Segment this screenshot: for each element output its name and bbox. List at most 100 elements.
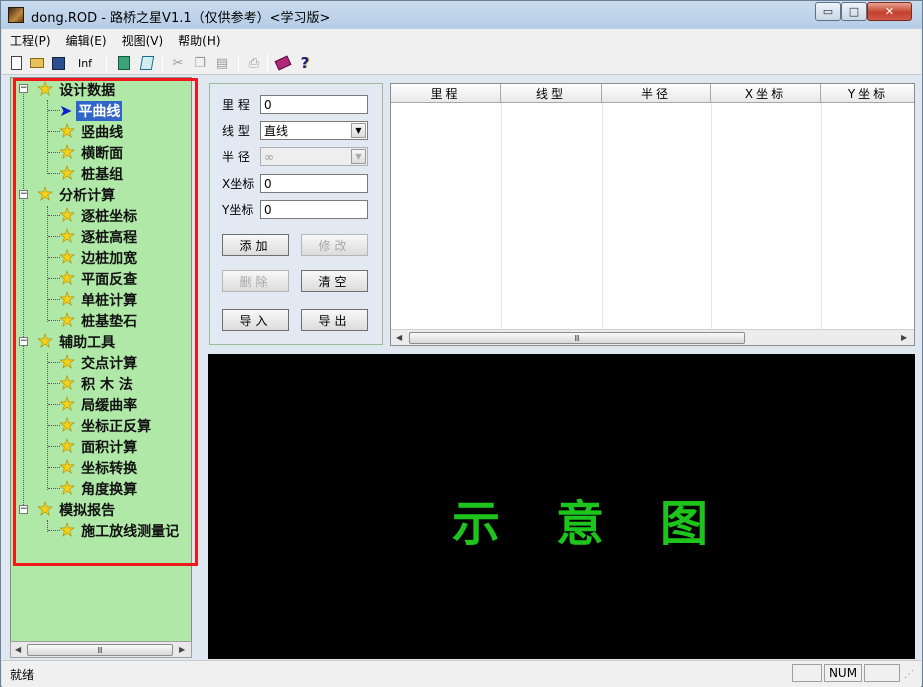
- status-text: 就绪: [10, 668, 35, 682]
- tree-item-stakeout-record[interactable]: ★ 施工放线测量记: [59, 520, 181, 541]
- menu-project[interactable]: 工程(P): [10, 32, 51, 49]
- tree-item-single-pile[interactable]: ★ 单桩计算: [59, 289, 139, 310]
- minimize-button[interactable]: ▭: [815, 2, 841, 21]
- tree-item-curvature[interactable]: ★ 局缓曲率: [59, 394, 139, 415]
- column-header-x[interactable]: X坐标: [711, 84, 821, 103]
- open-button[interactable]: [28, 54, 46, 72]
- x-coordinate-label: X坐标: [222, 177, 255, 191]
- modify-button[interactable]: 修改: [301, 234, 368, 256]
- tree-item-vertical-curve[interactable]: ★ 竖曲线: [59, 121, 125, 142]
- tree-item-pile-group[interactable]: ★ 桩基组: [59, 163, 125, 184]
- status-bar: 就绪 NUM ⋰: [2, 660, 921, 687]
- toolbar-separator: [106, 54, 107, 72]
- chevron-down-icon: ▼: [351, 149, 366, 164]
- status-cell-empty: [792, 664, 822, 682]
- tree-item-coordinate-convert[interactable]: ★ 坐标转换: [59, 457, 139, 478]
- menu-view[interactable]: 视图(V): [122, 32, 164, 49]
- resize-grip-icon[interactable]: ⋰: [904, 669, 914, 680]
- paste-button[interactable]: ▤: [213, 54, 231, 72]
- menu-edit[interactable]: 编辑(E): [66, 32, 107, 49]
- copy-icon: ❐: [194, 55, 206, 71]
- star-icon: ★: [59, 267, 76, 289]
- grid-header: 里程 线型 半径 X坐标 Y坐标: [391, 84, 914, 103]
- navigation-tree[interactable]: − ★ 设计数据 ➤ 平曲线 ★ 竖曲线 ★ 横断面 ★ 桩基组 − ★ 分析计算 ★ 逐桩坐…: [10, 77, 192, 658]
- x-coordinate-input[interactable]: 0: [260, 174, 368, 193]
- star-icon: ★: [59, 351, 76, 373]
- window-title: dong.ROD - 路桥之星V1.1（仅供参考）<学习版>: [31, 11, 331, 26]
- scroll-thumb[interactable]: Ⅲ: [409, 332, 745, 344]
- save-button[interactable]: [49, 54, 67, 72]
- info-button[interactable]: Inf: [73, 54, 97, 72]
- line-type-value: 直线: [264, 124, 289, 138]
- tree-group-design-data[interactable]: ★ 设计数据: [37, 79, 117, 100]
- tree-horizontal-scrollbar[interactable]: ◀ Ⅲ ▶: [10, 641, 192, 658]
- tree-item-side-widening[interactable]: ★ 边桩加宽: [59, 247, 139, 268]
- close-button[interactable]: ✕: [867, 2, 912, 21]
- star-icon: ★: [37, 498, 54, 520]
- delete-button[interactable]: 删除: [222, 270, 289, 292]
- column-header-radius[interactable]: 半径: [602, 84, 711, 103]
- new-file-button[interactable]: [7, 54, 25, 72]
- copy-button[interactable]: ❐: [191, 54, 209, 72]
- tree-collapse-toggle[interactable]: −: [19, 337, 28, 346]
- num-lock-indicator: NUM: [824, 664, 862, 682]
- status-cell-empty: [864, 664, 900, 682]
- star-icon: ★: [59, 519, 76, 541]
- chevron-down-icon[interactable]: ▼: [351, 123, 366, 138]
- tree-item-cross-section[interactable]: ★ 横断面: [59, 142, 125, 163]
- input-form: 里 程 0 线 型 直线 ▼ 半 径 ∞ ▼ X坐标 0 Y坐标 0 添加 修改…: [209, 83, 383, 345]
- tree-item-angle-convert[interactable]: ★ 角度换算: [59, 478, 139, 499]
- column-header-mileage[interactable]: 里程: [391, 84, 501, 103]
- tree-item-plane-inverse[interactable]: ★ 平面反查: [59, 268, 139, 289]
- star-icon: ★: [59, 393, 76, 415]
- column-header-y[interactable]: Y坐标: [821, 84, 914, 103]
- tree-item-pile-elevation[interactable]: ★ 逐桩高程: [59, 226, 139, 247]
- tree-collapse-toggle[interactable]: −: [19, 190, 28, 199]
- star-icon: ★: [37, 78, 54, 100]
- mileage-input[interactable]: 0: [260, 95, 368, 114]
- tree-item-block-method[interactable]: ★ 积 木 法: [59, 373, 135, 394]
- tree-item-intersection[interactable]: ★ 交点计算: [59, 352, 139, 373]
- app-window: dong.ROD - 路桥之星V1.1（仅供参考）<学习版> ▭ □ ✕ 工程(…: [0, 0, 923, 687]
- line-type-select[interactable]: 直线 ▼: [260, 121, 368, 140]
- tree-collapse-toggle[interactable]: −: [19, 84, 28, 93]
- grid-horizontal-scrollbar[interactable]: ◀ Ⅲ ▶: [391, 329, 914, 345]
- help-button[interactable]: ?: [296, 54, 314, 72]
- tree-group-report[interactable]: ★ 模拟报告: [37, 499, 117, 520]
- tree-item-coordinate-calc[interactable]: ★ 坐标正反算: [59, 415, 153, 436]
- paste-icon: ▤: [215, 55, 229, 71]
- tree-connector: [47, 100, 48, 174]
- calculator-button[interactable]: [115, 54, 133, 72]
- add-button[interactable]: 添加: [222, 234, 289, 256]
- tree-group-analysis[interactable]: ★ 分析计算: [37, 184, 117, 205]
- clear-button[interactable]: 清空: [301, 270, 368, 292]
- tree-collapse-toggle[interactable]: −: [19, 505, 28, 514]
- tree-item-area-calc[interactable]: ★ 面积计算: [59, 436, 139, 457]
- star-icon: ★: [59, 225, 76, 247]
- menu-help[interactable]: 帮助(H): [178, 32, 220, 49]
- tree-item-pile-pad[interactable]: ★ 桩基垫石: [59, 310, 139, 331]
- column-header-line-type[interactable]: 线型: [501, 84, 602, 103]
- cut-button[interactable]: ✂: [169, 54, 187, 72]
- scroll-right-icon[interactable]: ▶: [901, 333, 907, 342]
- toolbar-separator: [238, 54, 239, 72]
- y-coordinate-input[interactable]: 0: [260, 200, 368, 219]
- maximize-button[interactable]: □: [841, 2, 867, 21]
- star-icon: ★: [59, 246, 76, 268]
- scroll-left-icon[interactable]: ◀: [15, 645, 21, 654]
- tree-group-tools[interactable]: ★ 辅助工具: [37, 331, 117, 352]
- scroll-thumb[interactable]: Ⅲ: [27, 644, 173, 656]
- tree-item-horizontal-curve[interactable]: ➤ 平曲线: [59, 100, 123, 121]
- data-grid[interactable]: 里程 线型 半径 X坐标 Y坐标 ◀ Ⅲ ▶: [390, 83, 915, 346]
- import-button[interactable]: 导入: [222, 309, 289, 331]
- scroll-left-icon[interactable]: ◀: [396, 333, 402, 342]
- tree-item-pile-coordinates[interactable]: ★ 逐桩坐标: [59, 205, 139, 226]
- sheet-button[interactable]: [138, 54, 156, 72]
- mileage-label: 里 程: [222, 98, 250, 112]
- toolbar-separator: [267, 54, 268, 72]
- print-button[interactable]: ⎙: [245, 54, 263, 72]
- book-button[interactable]: [274, 54, 292, 72]
- export-button[interactable]: 导出: [301, 309, 368, 331]
- y-coordinate-label: Y坐标: [222, 203, 254, 217]
- scroll-right-icon[interactable]: ▶: [179, 645, 185, 654]
